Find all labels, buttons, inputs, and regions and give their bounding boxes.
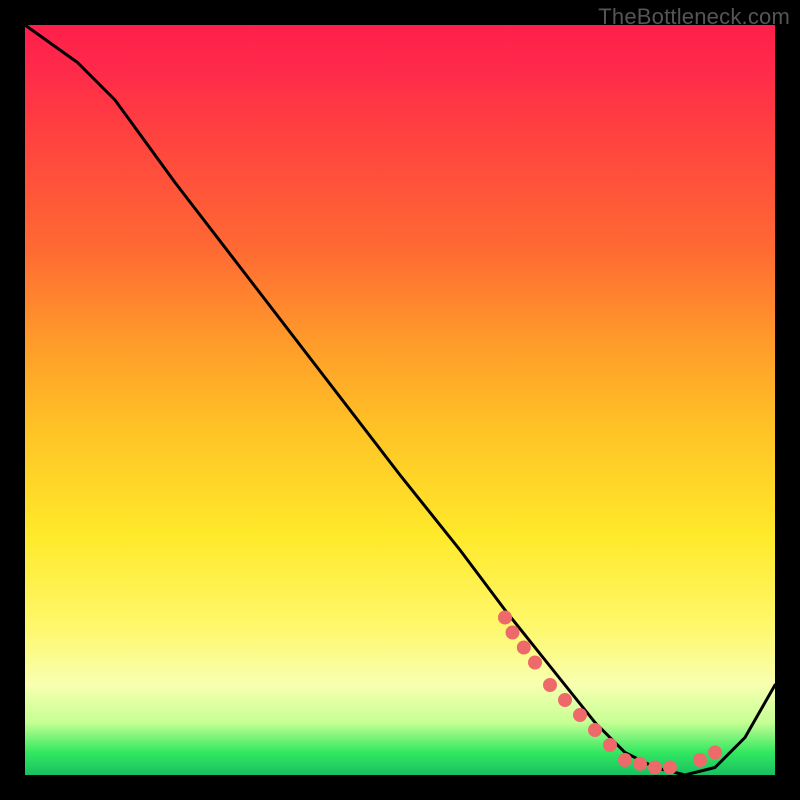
data-marker [603, 738, 617, 752]
chart-frame: TheBottleneck.com [0, 0, 800, 800]
data-marker [588, 723, 602, 737]
data-marker [708, 746, 722, 760]
data-marker [573, 708, 587, 722]
data-marker [498, 611, 512, 625]
plot-area [25, 25, 775, 775]
data-marker [633, 757, 647, 771]
watermark-label: TheBottleneck.com [598, 4, 790, 30]
data-marker [517, 641, 531, 655]
data-marker [528, 656, 542, 670]
curve-line [25, 25, 775, 775]
chart-svg [25, 25, 775, 775]
data-marker [693, 753, 707, 767]
data-marker [558, 693, 572, 707]
data-marker [618, 753, 632, 767]
data-marker [663, 761, 677, 775]
data-marker [506, 626, 520, 640]
marker-group [498, 611, 722, 775]
data-marker [543, 678, 557, 692]
data-marker [648, 761, 662, 775]
